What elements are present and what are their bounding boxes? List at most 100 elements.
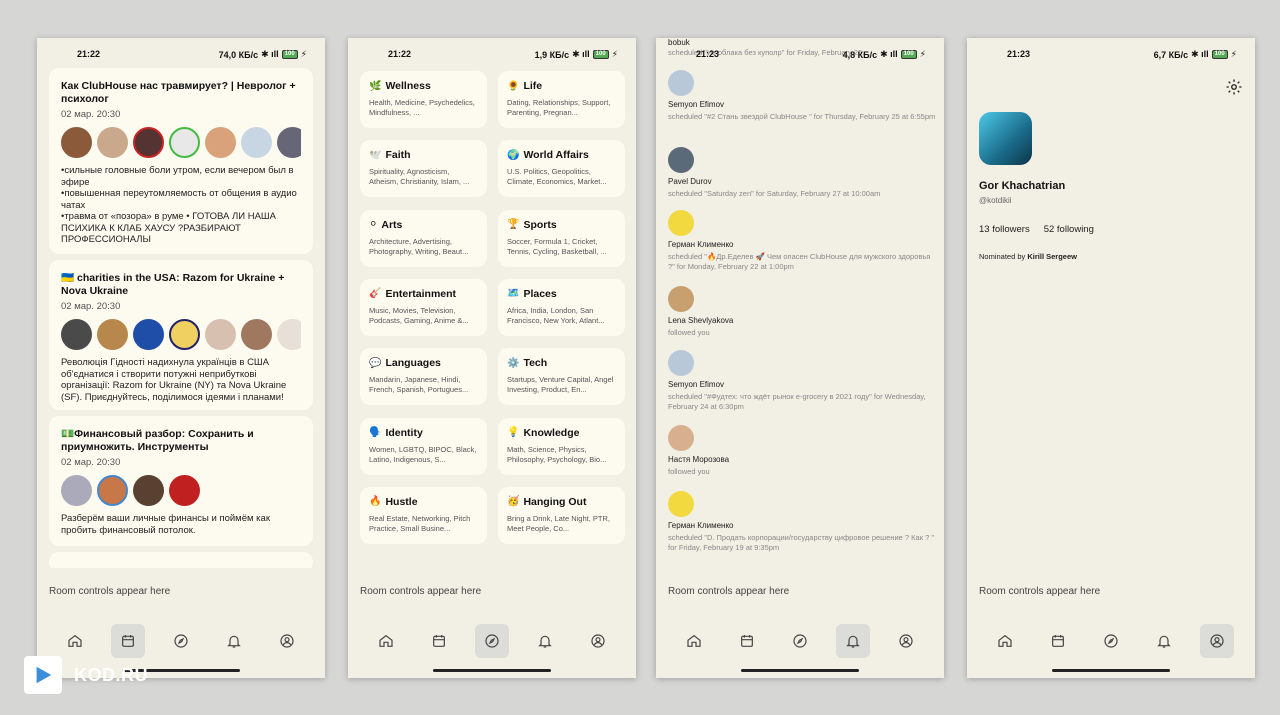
network-speed: 1,9 КБ/с: [534, 49, 570, 60]
topic-card-tech[interactable]: ⚙️ Tech Startups, Venture Capital, Angel I…: [498, 348, 625, 406]
topic-name: Tech: [523, 357, 548, 370]
home-indicator[interactable]: [433, 669, 551, 672]
notification-user[interactable]: Semyon Efimov: [668, 100, 936, 109]
room-card[interactable]: Как ClubHouse нас травмирует? | Невролог…: [49, 68, 313, 254]
nav-calendar-button[interactable]: [1041, 624, 1075, 658]
topic-card-world-affairs[interactable]: 🌍 World Affairs U.S. Politics, Geopolitics…: [498, 140, 625, 198]
topic-card-sports[interactable]: 🏆 Sports Soccer, Formula 1, Cricket, Tenni…: [498, 209, 625, 267]
room-card[interactable]: 🇺🇦 charities in the USA: Razom for Ukrai…: [49, 260, 313, 410]
notification-item[interactable]: Semyon Efimov scheduled "#Фудтех: что ждё…: [668, 350, 936, 412]
nav-explore-button[interactable]: [164, 624, 198, 658]
avatar[interactable]: [241, 127, 272, 158]
topic-card-entertainment[interactable]: 🎸 Entertainment Music, Movies, Television,…: [360, 278, 487, 336]
topic-emoji-icon: 🏆: [507, 219, 520, 231]
avatar[interactable]: [61, 475, 92, 506]
notification-user[interactable]: Герман Клименко: [668, 521, 936, 530]
bottom-nav: [37, 624, 325, 658]
avatar[interactable]: [668, 70, 694, 96]
notification-user[interactable]: Pavel Durov: [668, 177, 936, 186]
notification-user[interactable]: Герман Клименко: [668, 240, 936, 249]
battery-icon: 100: [592, 50, 609, 59]
nav-notifications-button[interactable]: [528, 624, 562, 658]
profile-name: Gor Khachatrian: [979, 180, 1066, 192]
home-indicator[interactable]: [1052, 669, 1170, 672]
topic-card-places[interactable]: 🗺️ Places Africa, India, London, San Franc…: [498, 278, 625, 336]
nav-explore-button[interactable]: [1094, 624, 1128, 658]
nav-calendar-button[interactable]: [730, 624, 764, 658]
nav-notifications-button[interactable]: [1147, 624, 1181, 658]
avatar[interactable]: [133, 127, 164, 158]
profile-avatar[interactable]: [979, 112, 1032, 165]
topic-name: Arts: [381, 218, 403, 231]
topic-card-life[interactable]: 🌻 Life Dating, Relationships, Support, Par…: [498, 71, 625, 128]
nav-profile-button[interactable]: [581, 624, 615, 658]
topic-card-arts[interactable]: ⚪ Arts Architecture, Advertising, Photogra…: [360, 209, 487, 267]
nav-calendar-button[interactable]: [111, 624, 146, 658]
nav-home-button[interactable]: [988, 624, 1022, 658]
calendar-icon: [122, 635, 135, 647]
avatar[interactable]: [205, 127, 236, 158]
avatar[interactable]: [169, 319, 200, 350]
avatar[interactable]: [97, 475, 128, 506]
topic-card-languages[interactable]: 💬 Languages Mandarin, Japanese, Hindi, Fre…: [360, 348, 487, 406]
notification-item[interactable]: Настя Морозова followed you: [668, 425, 936, 477]
avatar[interactable]: [277, 127, 301, 158]
avatar[interactable]: [241, 319, 272, 350]
gear-icon[interactable]: [1225, 78, 1243, 96]
nav-notifications-button[interactable]: [835, 624, 870, 658]
avatar[interactable]: [668, 147, 694, 173]
notification-item[interactable]: Semyon Efimov scheduled "#2 Стань звездой…: [668, 70, 936, 122]
avatar[interactable]: [97, 127, 128, 158]
topic-card-knowledge[interactable]: 💡 Knowledge Math, Science, Physics, Philos…: [498, 417, 625, 475]
notification-user[interactable]: Semyon Efimov: [668, 380, 936, 389]
notification-item[interactable]: Герман Клименко scheduled "D. Продать кор…: [668, 491, 936, 553]
nav-notifications-button[interactable]: [217, 624, 251, 658]
nav-home-button[interactable]: [58, 624, 92, 658]
followers-link[interactable]: 13 followers: [979, 224, 1030, 235]
battery-icon: 100: [281, 50, 298, 59]
topic-card-hanging-out[interactable]: 🥳 Hanging Out Bring a Drink, Late Night, P…: [498, 486, 625, 544]
nav-home-button[interactable]: [677, 624, 711, 658]
notification-item[interactable]: Герман Клименко scheduled "🔥Др.Еделев 🚀 Ч…: [668, 210, 936, 272]
topic-card-hustle[interactable]: 🔥 Hustle Real Estate, Networking, Pitch Pr…: [360, 486, 487, 544]
notification-item[interactable]: Lena Shevlyakova followed you: [668, 286, 936, 338]
room-controls-placeholder: Room controls appear here: [979, 586, 1101, 597]
avatar[interactable]: [668, 350, 694, 376]
compass-icon: [485, 634, 499, 648]
topic-emoji-icon: ⚪: [369, 219, 378, 231]
avatar[interactable]: [668, 210, 694, 236]
avatar[interactable]: [668, 286, 694, 312]
following-link[interactable]: 52 following: [1044, 224, 1094, 235]
nav-profile-button[interactable]: [1199, 624, 1234, 658]
nav-profile-button[interactable]: [270, 624, 304, 658]
avatar[interactable]: [133, 475, 164, 506]
notification-user[interactable]: Настя Морозова: [668, 455, 936, 464]
topic-card-wellness[interactable]: 🌿 Wellness Health, Medicine, Psychedelics,…: [360, 71, 487, 128]
topic-card-identity[interactable]: 🗣️ Identity Women, LGBTQ, BIPOC, Black, La…: [360, 417, 487, 475]
notification-user[interactable]: Lena Shevlyakova: [668, 316, 936, 325]
avatar[interactable]: [169, 475, 200, 506]
avatar[interactable]: [133, 319, 164, 350]
nav-calendar-button[interactable]: [422, 624, 456, 658]
topic-card-faith[interactable]: 🕊️ Faith Spirituality, Agnosticism, Atheis…: [360, 140, 487, 198]
avatar[interactable]: [277, 319, 301, 350]
topic-emoji-icon: 🌻: [507, 80, 520, 92]
home-icon: [379, 634, 393, 647]
nominator-link[interactable]: Kirill Sergeew: [1027, 252, 1077, 261]
calendar-icon: [741, 635, 754, 647]
home-indicator[interactable]: [741, 669, 859, 672]
topic-name: Entertainment: [385, 287, 457, 300]
avatar[interactable]: [205, 319, 236, 350]
nav-explore-button[interactable]: [783, 624, 817, 658]
avatar[interactable]: [97, 319, 128, 350]
nav-explore-button[interactable]: [474, 624, 509, 658]
avatar[interactable]: [61, 319, 92, 350]
nav-profile-button[interactable]: [889, 624, 923, 658]
room-card[interactable]: 💵Финансовый разбор: Сохранить и приумнож…: [49, 416, 313, 546]
avatar[interactable]: [668, 491, 694, 517]
avatar[interactable]: [169, 127, 200, 158]
avatar[interactable]: [61, 127, 92, 158]
avatar[interactable]: [668, 425, 694, 451]
nav-home-button[interactable]: [369, 624, 403, 658]
notification-item[interactable]: Pavel Durov scheduled "Saturday zen" for …: [668, 147, 936, 199]
